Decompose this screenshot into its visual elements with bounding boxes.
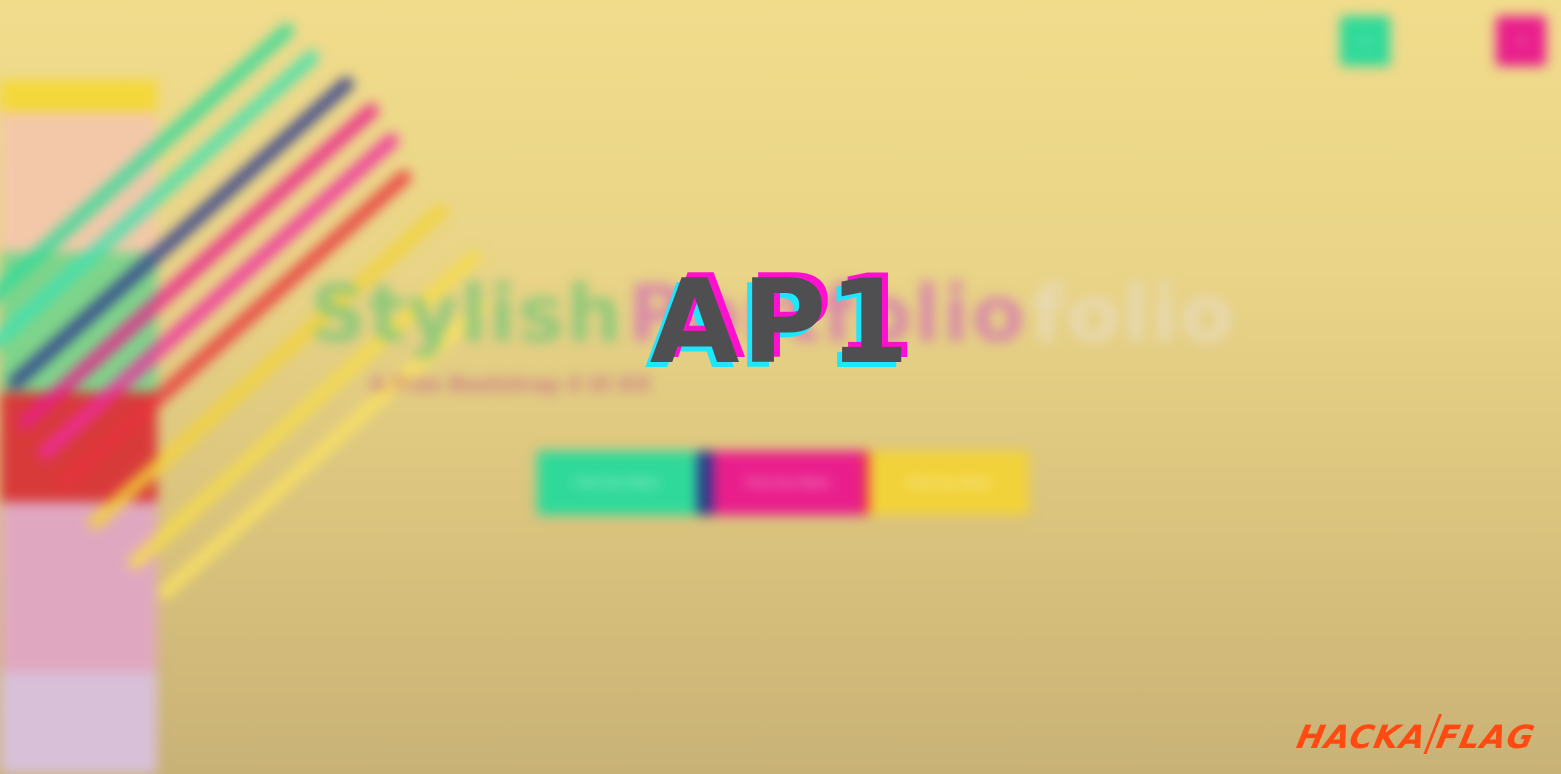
side-strip-pink (0, 502, 157, 672)
screen: StylishPortfoliofolio A Free Bootstrap 4… (0, 0, 1561, 774)
hackaflag-logo: HACKAFLAG (1294, 714, 1540, 756)
find-out-more-button[interactable]: Find Out More (863, 451, 1029, 515)
logo-text-left: HACKA (1293, 718, 1431, 756)
find-out-more-button[interactable]: Find Out More (537, 451, 697, 515)
menu-button[interactable]: ≡ (1496, 16, 1546, 66)
logo-text-right: FLAG (1433, 718, 1539, 756)
side-strip-yellow (0, 80, 157, 112)
side-strip-lilac (0, 672, 157, 774)
side-strip-peach (0, 112, 157, 252)
find-out-more-button[interactable]: Find Out More (697, 451, 863, 515)
menu-button[interactable]: ≡ (1340, 16, 1390, 66)
challenge-label: AP1 (649, 255, 912, 390)
